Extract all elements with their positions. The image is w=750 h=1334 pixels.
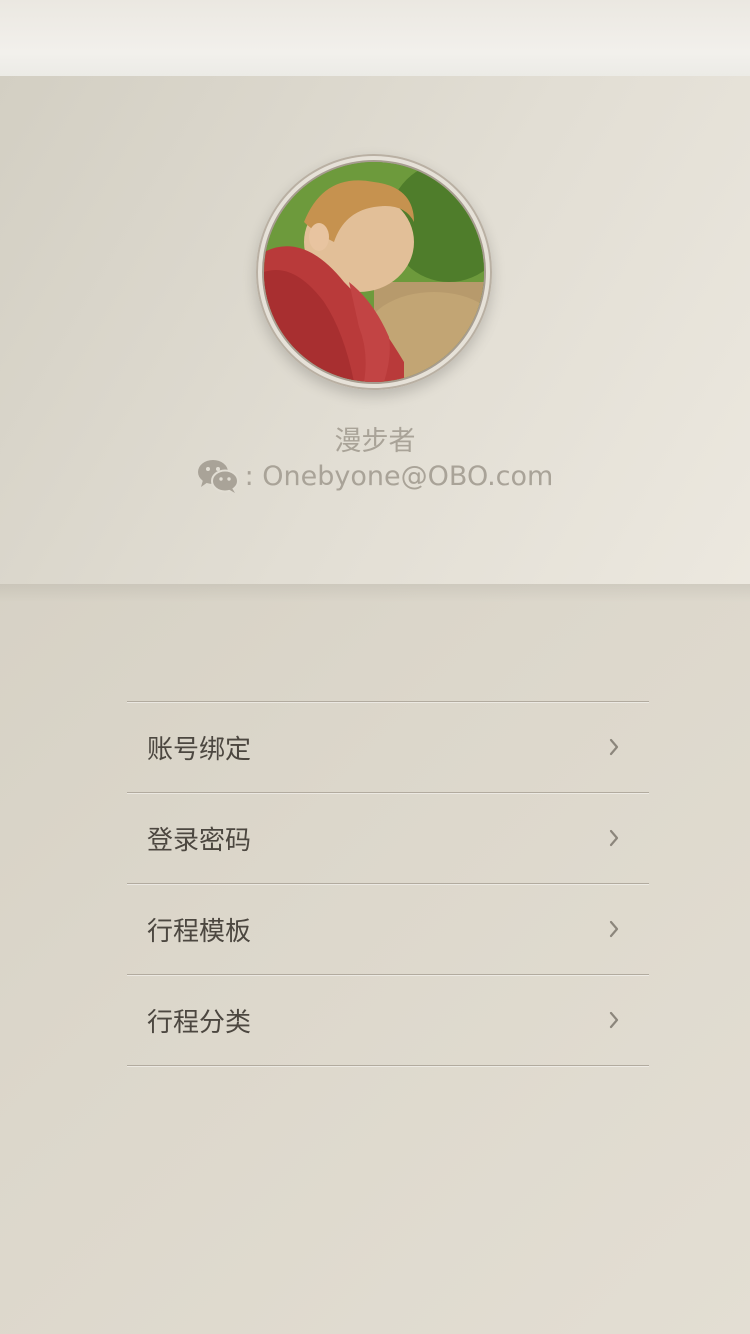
username: 漫步者 bbox=[334, 426, 416, 457]
avatar[interactable] bbox=[264, 162, 484, 382]
chevron-right-icon bbox=[609, 920, 619, 938]
menu-item-login-password[interactable]: 登录密码 bbox=[127, 793, 649, 883]
menu-item-label: 账号绑定 bbox=[147, 734, 252, 765]
wechat-id: : Onebyone@OBO.com bbox=[244, 460, 554, 492]
settings-menu: 账号绑定 登录密码 行程模板 行程分类 bbox=[127, 701, 649, 1066]
menu-item-label: 行程模板 bbox=[147, 916, 252, 947]
wechat-account: : Onebyone@OBO.com bbox=[0, 456, 750, 496]
menu-item-account-binding[interactable]: 账号绑定 bbox=[127, 702, 649, 792]
chevron-right-icon bbox=[609, 829, 619, 847]
avatar-frame bbox=[256, 154, 492, 390]
profile-header: 漫步者 : Onebyone@OBO.com bbox=[0, 76, 750, 602]
menu-item-label: 登录密码 bbox=[147, 825, 252, 856]
menu-item-itinerary-category[interactable]: 行程分类 bbox=[127, 975, 649, 1065]
menu-item-label: 行程分类 bbox=[147, 1007, 252, 1038]
avatar-photo bbox=[264, 162, 484, 382]
menu-item-itinerary-template[interactable]: 行程模板 bbox=[127, 884, 649, 974]
divider bbox=[127, 1065, 649, 1066]
chevron-right-icon bbox=[609, 738, 619, 756]
status-bar bbox=[0, 0, 750, 76]
wechat-icon bbox=[197, 460, 239, 493]
chevron-right-icon bbox=[609, 1011, 619, 1029]
